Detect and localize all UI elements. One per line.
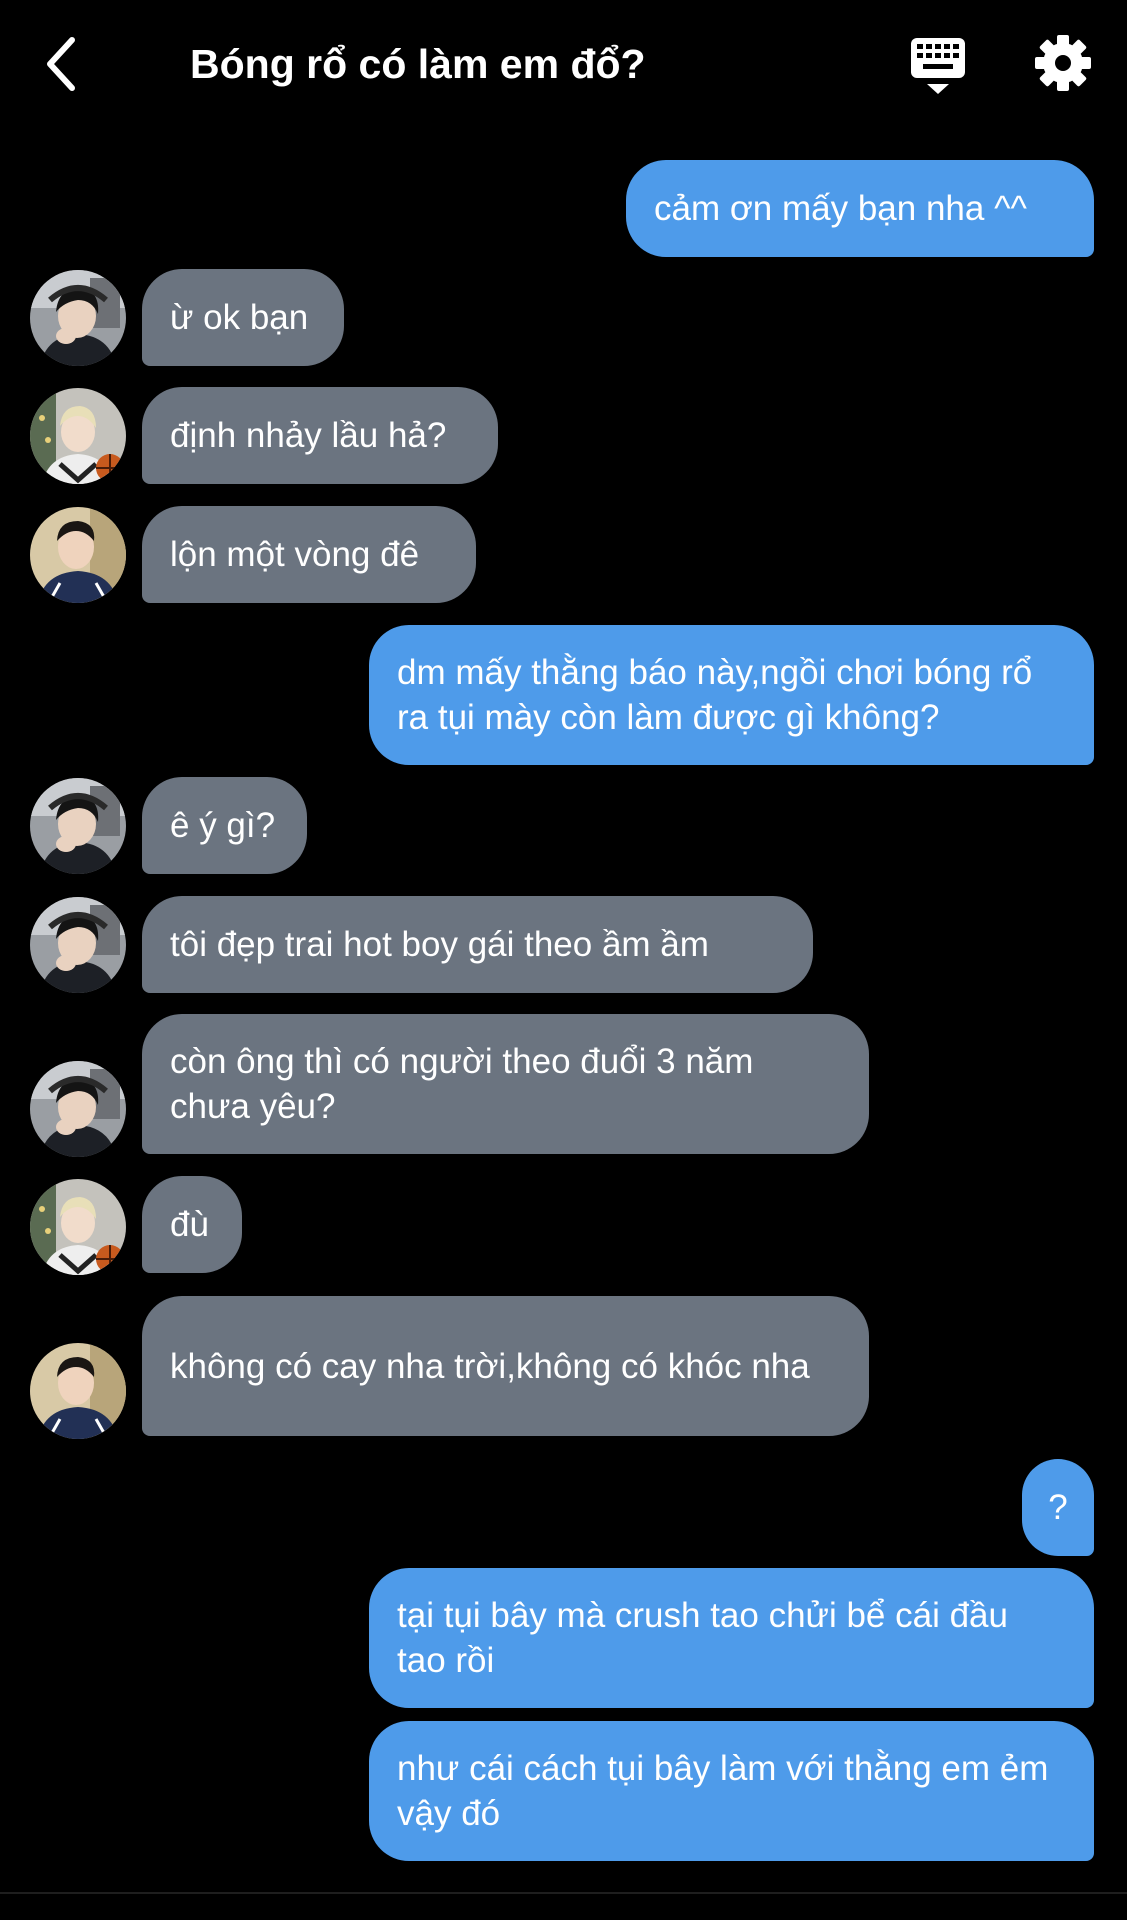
message-text: ừ ok bạn — [170, 298, 309, 337]
received-message[interactable]: ê ý gì? — [142, 777, 307, 874]
chat-title: Bóng rổ có làm em đổ? — [190, 41, 646, 87]
received-message[interactable]: tôi đẹp trai hot boy gái theo ầm ầm — [142, 896, 813, 993]
settings-button[interactable] — [1034, 34, 1092, 92]
message-text: cảm ơn mấy bạn nha ^^ — [654, 189, 1027, 228]
sent-message[interactable]: dm mấy thằng báo này,ngồi chơi bóng rổ r… — [369, 625, 1094, 765]
received-message[interactable]: đù — [142, 1176, 242, 1273]
avatar-user-a[interactable] — [30, 778, 126, 874]
avatar-user-c[interactable] — [30, 1343, 126, 1439]
message-text: ? — [1048, 1488, 1068, 1527]
avatar-user-a[interactable] — [30, 1061, 126, 1157]
received-message[interactable]: còn ông thì có người theo đuổi 3 năm chư… — [142, 1014, 869, 1154]
message-text: tại tụi bây mà crush tao chửi bể cái đầu… — [397, 1596, 1008, 1680]
message-text: lộn một vòng đê — [170, 535, 420, 574]
message-text: còn ông thì có người theo đuổi 3 năm chư… — [170, 1042, 754, 1126]
gear-icon — [1035, 35, 1091, 91]
avatar-user-b[interactable] — [30, 388, 126, 484]
received-message[interactable]: không có cay nha trời,không có khóc nha — [142, 1296, 869, 1436]
avatar-user-a[interactable] — [30, 897, 126, 993]
avatar-user-b[interactable] — [30, 1179, 126, 1275]
message-text: tôi đẹp trai hot boy gái theo ầm ầm — [170, 925, 709, 964]
sent-message[interactable]: tại tụi bây mà crush tao chửi bể cái đầu… — [369, 1568, 1094, 1708]
message-text: ê ý gì? — [170, 806, 276, 845]
avatar-user-c[interactable] — [30, 507, 126, 603]
chat-header: Bóng rổ có làm em đổ? — [0, 0, 1127, 130]
sent-message[interactable]: như cái cách tụi bây làm với thằng em ẻm… — [369, 1721, 1094, 1861]
keyboard-icon — [911, 38, 965, 94]
back-button[interactable] — [30, 28, 90, 100]
message-text: dm mấy thằng báo này,ngồi chơi bóng rổ r… — [397, 653, 1033, 737]
sent-message[interactable]: cảm ơn mấy bạn nha ^^ — [626, 160, 1094, 257]
keyboard-button[interactable] — [905, 34, 971, 96]
received-message[interactable]: ừ ok bạn — [142, 269, 344, 366]
chevron-left-icon — [47, 37, 75, 91]
avatar-user-a[interactable] — [30, 270, 126, 366]
message-text: đù — [170, 1205, 209, 1244]
message-text: như cái cách tụi bây làm với thằng em ẻm… — [397, 1749, 1049, 1833]
message-text: không có cay nha trời,không có khóc nha — [170, 1346, 810, 1386]
sent-message[interactable]: ? — [1022, 1459, 1094, 1556]
divider — [0, 1892, 1127, 1894]
received-message[interactable]: định nhảy lầu hả? — [142, 387, 498, 484]
message-text: định nhảy lầu hả? — [170, 416, 447, 455]
received-message[interactable]: lộn một vòng đê — [142, 506, 476, 603]
